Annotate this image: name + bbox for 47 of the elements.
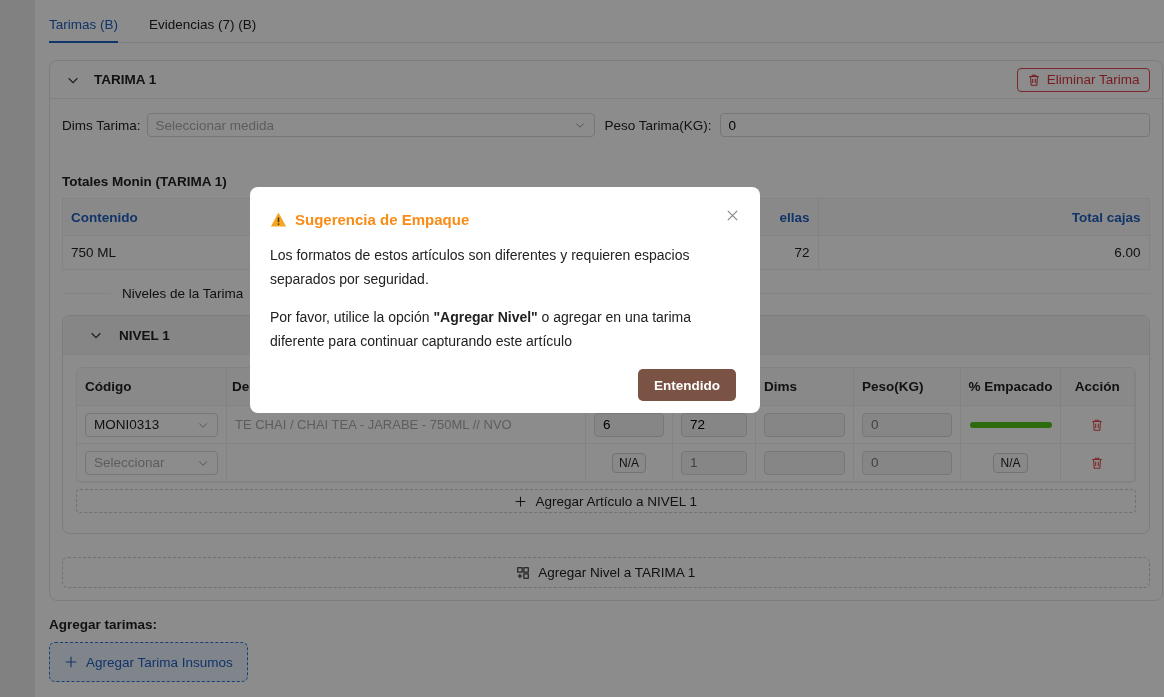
column-header: Total cajas: [1071, 209, 1141, 225]
status-tag: N/A: [612, 452, 646, 473]
divider-label: Niveles de la Tarima: [122, 286, 244, 301]
add-pallet-button[interactable]: Agregar Tarima Insumos: [49, 642, 248, 682]
delete-button[interactable]: [1090, 455, 1105, 470]
status-tag: N/A: [993, 452, 1028, 473]
number-input[interactable]: 72: [681, 412, 747, 437]
delete-button[interactable]: [1090, 417, 1105, 432]
trash-icon: [1026, 72, 1041, 87]
tab[interactable]: Evidencias (7) (B): [149, 8, 257, 43]
table-cell: 72: [794, 245, 810, 260]
column-header: Peso(KG): [862, 379, 924, 394]
column-header: Código: [85, 379, 132, 394]
section-label: Agregar tarimas:: [49, 617, 159, 632]
dialog-title: Sugerencia de Empaque: [295, 210, 470, 228]
add-item-button[interactable]: Agregar Artículo a NIVEL 1: [76, 489, 1136, 513]
weight-input[interactable]: 0: [862, 412, 952, 437]
column-header: ellas: [779, 209, 810, 225]
section-title: Totales Monin (TARIMA 1): [62, 174, 228, 189]
table-cell: 750 ML: [71, 245, 117, 260]
table-cell: 6.00: [1114, 245, 1141, 260]
weight-input[interactable]: 0: [719, 113, 1150, 137]
column-header: Dims: [764, 379, 797, 394]
trash-icon: [1090, 417, 1105, 432]
weight-input[interactable]: 0: [862, 450, 952, 475]
column-header: Acción: [1074, 379, 1120, 394]
level-title: NIVEL 1: [119, 327, 170, 343]
warning-icon: [270, 210, 287, 228]
plus-icon: [64, 655, 78, 669]
dialog-text: Los formatos de estos artículos son diferentes y requieren espacios separados por seguridad.: [270, 246, 691, 289]
pallet-title: TARIMA 1: [94, 72, 157, 87]
column-header: Contenido: [71, 209, 138, 225]
trash-icon: [1090, 455, 1105, 470]
column-header: % Empacado: [968, 379, 1053, 394]
number-input[interactable]: 6: [594, 412, 664, 437]
dialog-text: Por favor, utilice la opción "Agregar Nivel" o agregar en una tarima diferente para continuar capturando este artículo: [270, 308, 693, 351]
number-input[interactable]: 1: [681, 450, 747, 475]
confirm-button[interactable]: Entendido: [638, 369, 736, 401]
delete-pallet-button[interactable]: Eliminar Tarima: [1016, 67, 1150, 92]
grid-plus-icon: [516, 565, 531, 580]
tab[interactable]: Tarimas (B): [49, 8, 118, 43]
column-header: De: [232, 379, 250, 394]
code-select[interactable]: MONI0313: [85, 412, 218, 437]
field-label: Dims Tarima:: [62, 117, 141, 133]
plus-icon: [514, 494, 528, 508]
field-label: Peso Tarima(KG):: [604, 117, 712, 133]
add-level-button[interactable]: Agregar Nivel a TARIMA 1: [62, 557, 1150, 588]
